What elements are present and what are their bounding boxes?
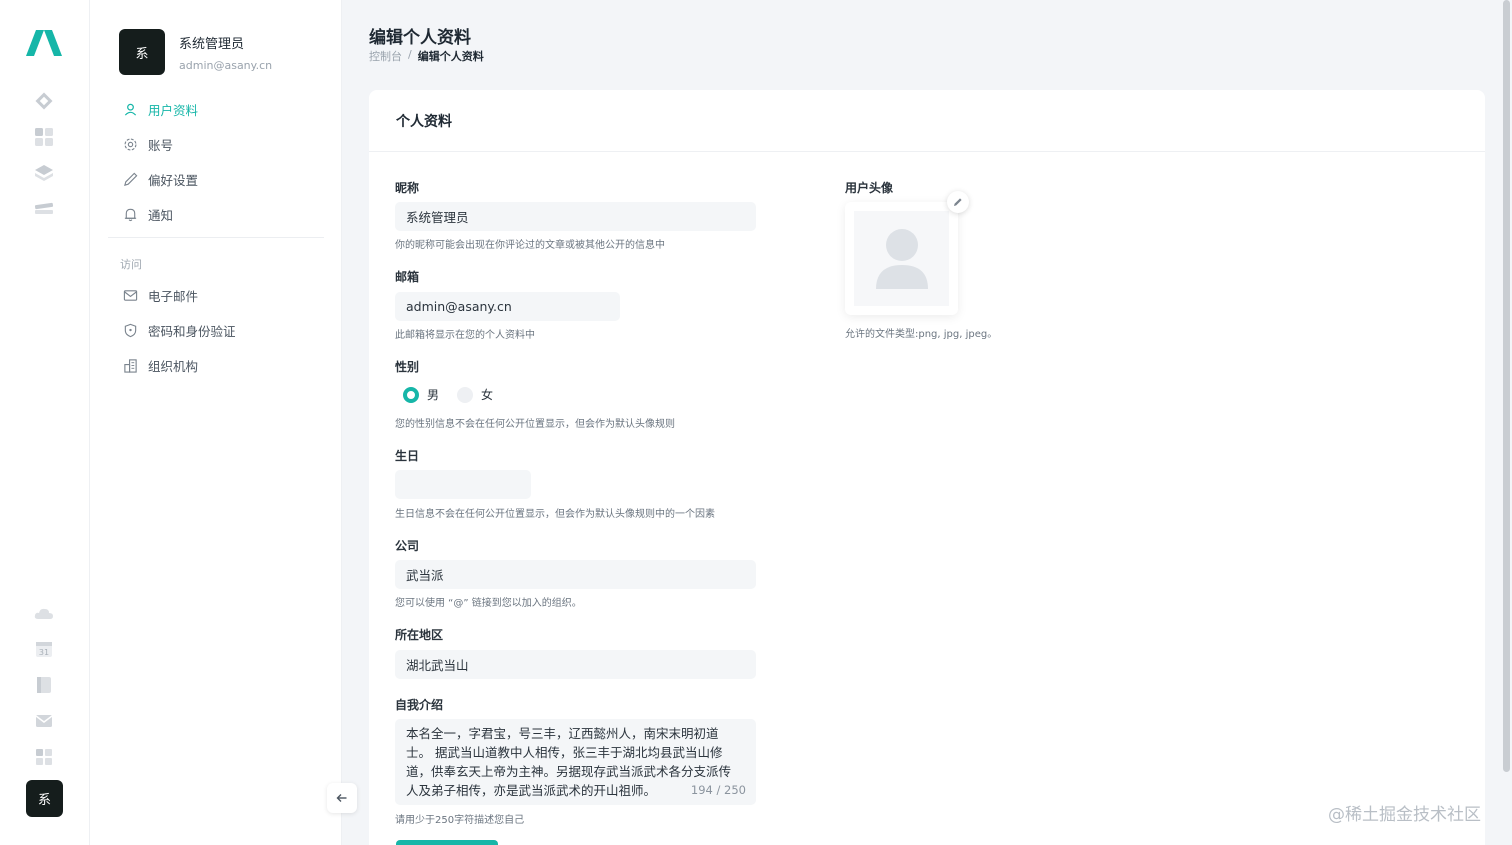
sidebar-item-label: 用户资料 xyxy=(148,103,199,118)
gender-help: 您的性别信息不会在任何公开位置显示，但会作为默认头像规则 xyxy=(395,419,675,430)
access-menu: 电子邮件 密码和身份验证 组织机构 xyxy=(108,278,324,383)
breadcrumb-link[interactable]: 控制台 xyxy=(369,48,402,64)
email-label: 邮箱 xyxy=(395,270,420,284)
stack-icon[interactable] xyxy=(33,198,55,220)
shield-icon xyxy=(124,323,137,338)
gender-radio-female[interactable] xyxy=(457,386,474,403)
grid-icon[interactable] xyxy=(33,746,55,768)
cloud-icon[interactable] xyxy=(33,602,55,624)
sidebar-item-notifications[interactable]: 通知 xyxy=(108,197,324,232)
avatar-preview xyxy=(845,202,958,315)
email-field[interactable]: admin@asany.cn xyxy=(395,292,620,321)
breadcrumb-separator: / xyxy=(408,48,412,61)
location-input[interactable]: 湖北武当山 xyxy=(395,650,756,679)
avatar-help: 允许的文件类型:png, jpg, jpeg。 xyxy=(845,329,998,340)
bio-line: 士。 据武当山道教中人相传，张三丰于湖北均县武当山修 xyxy=(406,745,723,760)
sidebar-item-label: 偏好设置 xyxy=(148,173,199,188)
birthday-input[interactable] xyxy=(395,470,531,499)
apps-icon[interactable] xyxy=(33,126,55,148)
bio-label: 自我介绍 xyxy=(395,698,444,712)
calendar-icon[interactable]: 31 xyxy=(33,638,55,660)
notes-icon[interactable] xyxy=(33,674,55,696)
sidebar-item-account[interactable]: 账号 xyxy=(108,127,324,162)
user-icon xyxy=(124,103,137,116)
sidebar-item-email[interactable]: 电子邮件 xyxy=(108,278,324,313)
card-title: 个人资料 xyxy=(369,90,1485,152)
sidebar-item-label: 电子邮件 xyxy=(148,289,199,304)
menu-divider xyxy=(108,237,324,238)
menu-section-title: 访问 xyxy=(120,258,142,271)
gender-radio-group: 男 女 xyxy=(403,386,493,403)
bell-icon xyxy=(124,208,137,222)
gender-radio-male[interactable] xyxy=(403,386,419,403)
layers-icon[interactable] xyxy=(33,162,55,184)
email-help: 此邮箱将显示在您的个人资料中 xyxy=(395,330,535,341)
company-help: 您可以使用 “@” 链接到您以加入的组织。 xyxy=(395,598,582,609)
bio-help: 请用少于250字符描述您自己 xyxy=(395,815,525,826)
user-placeholder-icon xyxy=(875,228,928,289)
user-email: admin@asany.cn xyxy=(179,58,273,72)
gender-label: 性别 xyxy=(395,360,420,374)
rail-user-avatar[interactable]: 系 xyxy=(26,780,63,817)
bio-textarea[interactable]: 本名全一，字君宝，号三丰，辽西懿州人，南宋末明初道 士。 据武当山道教中人相传，… xyxy=(395,719,756,805)
settings-sidebar: 系 系统管理员 admin@asany.cn 用户资料 账号 偏好设置 通知 访… xyxy=(90,0,342,845)
page-title: 编辑个人资料 xyxy=(369,28,471,48)
collapse-sidebar-button[interactable] xyxy=(327,783,357,813)
nickname-help: 你的昵称可能会出现在你评论过的文章或被其他公开的信息中 xyxy=(395,240,665,251)
bio-line: 本名全一，字君宝，号三丰，辽西懿州人，南宋末明初道 xyxy=(406,726,719,741)
mail-icon[interactable] xyxy=(33,710,55,732)
sidebar-item-label: 账号 xyxy=(148,138,174,153)
sidebar-item-preferences[interactable]: 偏好设置 xyxy=(108,162,324,197)
company-input[interactable]: 武当派 xyxy=(395,560,756,589)
avatar[interactable]: 系 xyxy=(119,29,165,75)
watermark: @稀土掘金技术社区 xyxy=(1328,805,1481,825)
birthday-help: 生日信息不会在任何公开位置显示，但会作为默认头像规则中的一个因素 xyxy=(395,509,715,520)
icon-rail: 31 系 xyxy=(0,0,90,845)
sidebar-item-profile[interactable]: 用户资料 xyxy=(108,92,324,127)
pencil-icon xyxy=(954,198,962,206)
breadcrumb: 控制台 / 编辑个人资料 xyxy=(369,48,484,64)
gear-icon xyxy=(124,138,137,151)
avatar-label: 用户头像 xyxy=(845,181,894,195)
svg-text:31: 31 xyxy=(39,648,49,657)
sidebar-item-label: 密码和身份验证 xyxy=(148,324,236,339)
pen-icon xyxy=(124,172,138,186)
sidebar-item-organizations[interactable]: 组织机构 xyxy=(108,348,324,383)
bio-char-counter: 194 / 250 xyxy=(690,783,746,797)
sidebar-item-security[interactable]: 密码和身份验证 xyxy=(108,313,324,348)
save-button[interactable] xyxy=(396,840,498,845)
sidebar-item-label: 通知 xyxy=(148,208,174,223)
mail-icon xyxy=(123,290,138,301)
nickname-label: 昵称 xyxy=(395,181,420,195)
diamond-icon[interactable] xyxy=(33,90,55,112)
gender-option-label: 女 xyxy=(481,388,494,402)
breadcrumb-current: 编辑个人资料 xyxy=(417,50,484,63)
location-label: 所在地区 xyxy=(395,628,444,642)
nickname-input[interactable]: 系统管理员 xyxy=(395,202,756,231)
company-label: 公司 xyxy=(395,539,420,553)
user-card: 系 系统管理员 admin@asany.cn xyxy=(119,29,272,75)
birthday-label: 生日 xyxy=(395,449,420,463)
gender-option-label: 男 xyxy=(427,388,440,402)
bio-line: 道，供奉玄天上帝为主神。另据现存武当派武术各分支派传 xyxy=(406,764,732,779)
logo-icon[interactable] xyxy=(24,28,64,58)
settings-menu: 用户资料 账号 偏好设置 通知 xyxy=(108,92,324,232)
org-icon xyxy=(124,359,137,373)
user-name: 系统管理员 xyxy=(179,36,245,52)
arrow-left-icon xyxy=(336,794,347,802)
scrollbar[interactable] xyxy=(1503,0,1510,772)
sidebar-item-label: 组织机构 xyxy=(148,359,199,374)
edit-avatar-button[interactable] xyxy=(947,191,969,213)
